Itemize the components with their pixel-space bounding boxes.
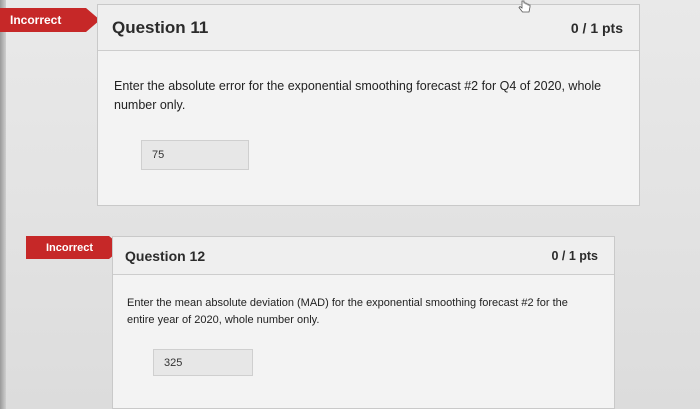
question-12-points: 0 / 1 pts [551, 248, 598, 263]
question-11-body: Enter the absolute error for the exponen… [98, 51, 639, 205]
question-12-title: Question 12 [125, 247, 206, 264]
question-12-prompt: Enter the mean absolute deviation (MAD) … [127, 297, 568, 326]
incorrect-badge-q11: Incorrect [0, 8, 100, 32]
window-left-edge [0, 0, 6, 409]
question-11-answer-field[interactable]: 75 [141, 140, 249, 170]
question-11-card: Question 11 0 / 1 pts Enter the absolute… [97, 4, 640, 206]
badge-label: Incorrect [46, 241, 94, 254]
question-11-points: 0 / 1 pts [570, 19, 623, 36]
question-12-card: Question 12 0 / 1 pts Enter the mean abs… [112, 236, 615, 409]
hand-pointer-icon [518, 0, 531, 13]
question-11-title: Question 11 [112, 17, 209, 37]
badge-label: Incorrect [10, 13, 62, 27]
incorrect-badge-q12: Incorrect [26, 236, 123, 259]
question-12-answer-field[interactable]: 325 [153, 349, 253, 376]
question-11-prompt: Enter the absolute error for the exponen… [114, 79, 602, 112]
question-11-answer-value: 75 [152, 149, 165, 161]
question-12-body: Enter the mean absolute deviation (MAD) … [113, 275, 614, 408]
question-11-header: Question 11 0 / 1 pts [98, 5, 639, 51]
question-12-answer-value: 325 [164, 356, 183, 369]
question-12-header: Question 12 0 / 1 pts [113, 237, 614, 275]
